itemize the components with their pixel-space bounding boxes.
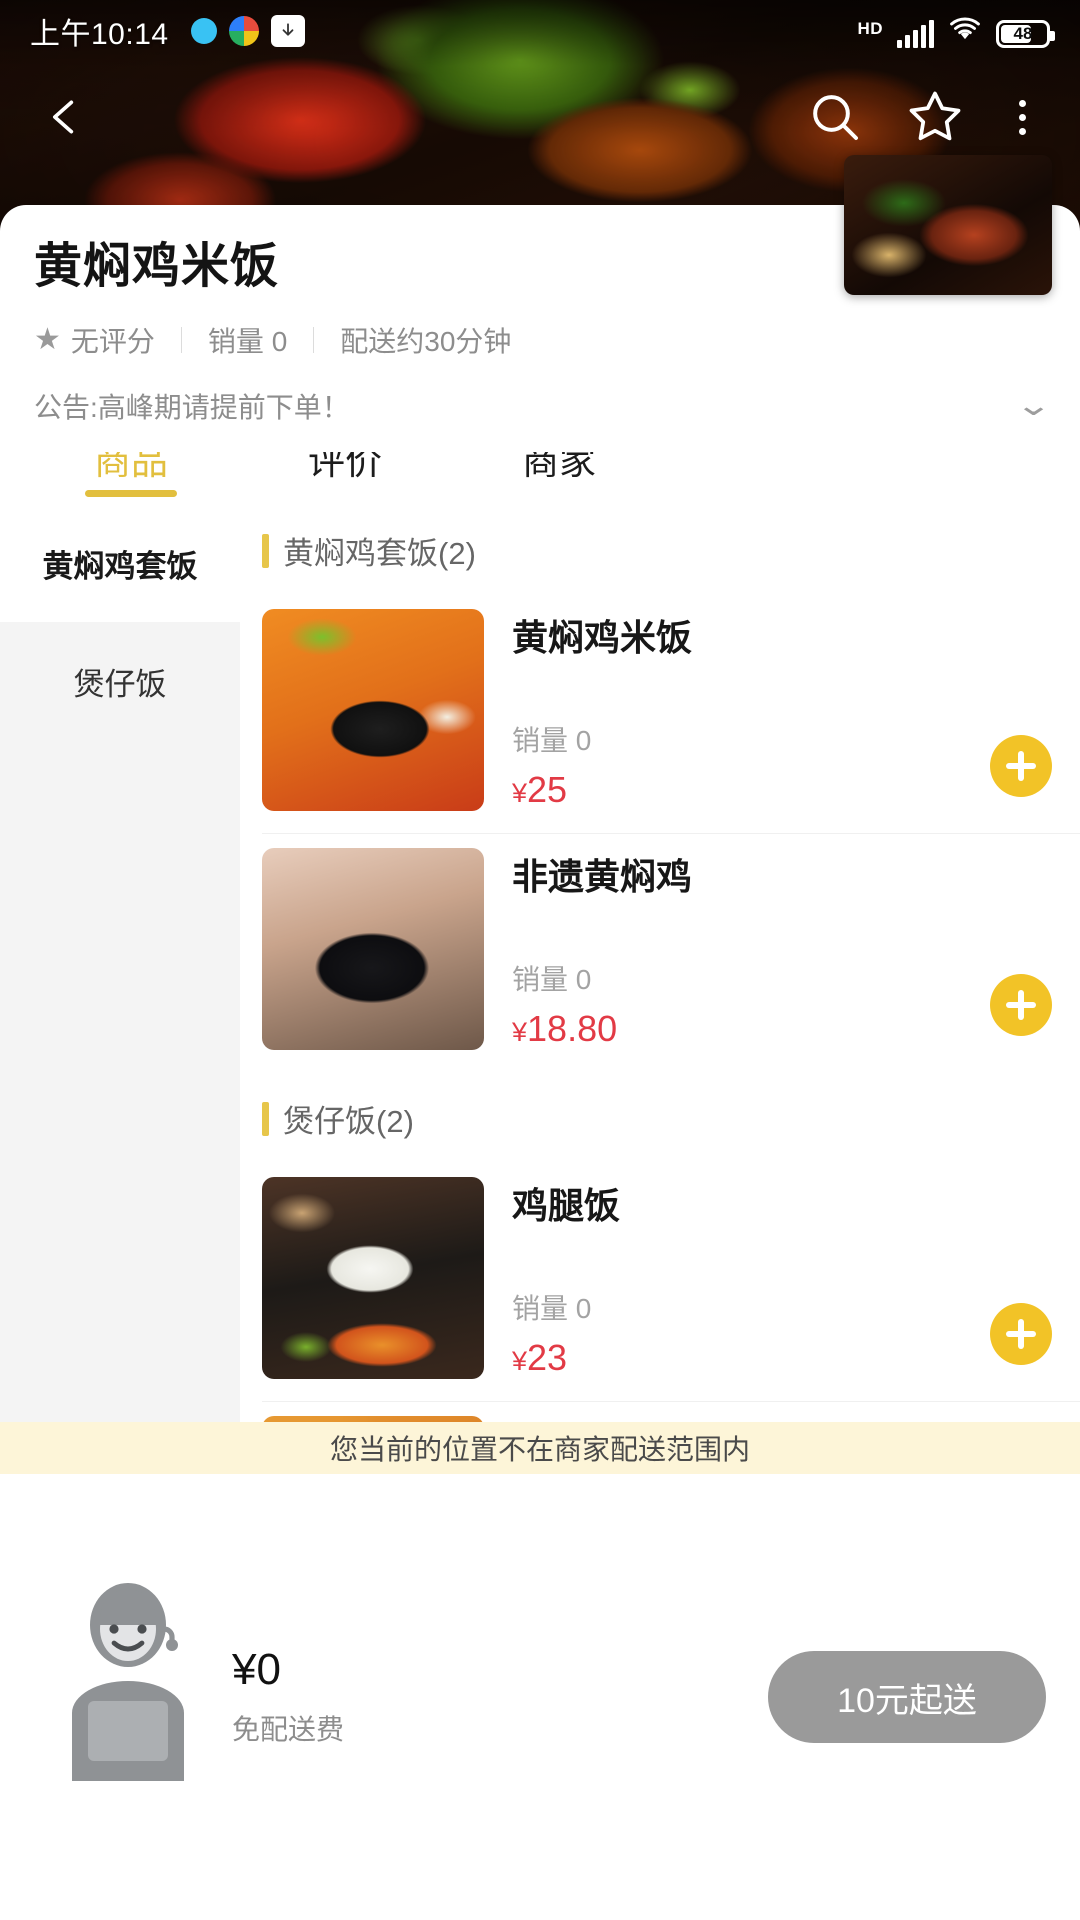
search-icon[interactable] [807,89,863,145]
star-filled-icon: ★ [34,322,61,356]
section-title: 黄焖鸡套饭(2) [283,536,476,571]
product-details: 黄焖鸡米饭 销量 0 ¥25 [484,609,1052,811]
add-to-cart-button[interactable] [990,735,1052,797]
menu-content: 黄焖鸡套饭 煲仔饭 黄焖鸡套饭(2) 黄焖鸡米饭 销量 0 ¥25 非遗黄焖鸡 … [0,504,1080,1422]
status-system-icons: HD 48 [857,15,1055,48]
price-value: 25 [527,769,568,810]
delivery-range-warning: 您当前的位置不在商家配送范围内 [0,1422,1080,1474]
currency-symbol: ¥ [512,778,528,808]
sidebar-item-huangmenji-taofan[interactable]: 黄焖鸡套饭 [0,504,240,622]
section-header: 黄焖鸡套饭(2) [240,504,1080,595]
battery-level: 48 [1013,24,1033,43]
product-name: 鸡腿饭 [512,1185,621,1226]
kebab-menu-icon[interactable] [1007,94,1038,141]
product-image[interactable] [262,609,484,811]
product-details: 非遗黄焖鸡 销量 0 ¥18.80 [484,848,1052,1050]
bell-icon [190,18,217,44]
sidebar-item-baozaifan[interactable]: 煲仔饭 [0,622,240,740]
price-value: 23 [527,1337,568,1378]
star-outline-icon[interactable] [905,87,965,147]
price-value: 18.80 [527,1008,618,1049]
product-details: 鸡腿饭 销量 0 ¥23 [484,1177,1052,1379]
meta-divider [313,326,315,353]
product-name: 黄焖鸡米饭 [512,617,693,658]
shop-delivery-time: 配送约30分钟 [340,325,512,357]
section-header: 煲仔饭(2) [240,1072,1080,1163]
top-navigation-bar [0,62,1080,172]
chevron-down-icon[interactable]: ⌄ [1015,388,1053,423]
download-icon [270,15,305,47]
product-row[interactable]: 黄焖鸡米饭 销量 0 ¥25 [240,595,1080,833]
product-price: ¥18.80 [512,1008,1052,1050]
product-image[interactable] [262,1177,484,1379]
shop-rating: 无评分 [70,325,155,357]
delivery-fee-label: 免配送费 [232,1714,345,1746]
product-row[interactable]: 黄焖肉末茄子（含米饭一份） 销量 0 [240,1402,1080,1422]
currency-symbol: ¥ [512,1346,528,1376]
google-dots-icon [228,16,259,46]
back-arrow-icon[interactable] [42,91,86,143]
product-sales: 销量 0 [512,1293,592,1324]
currency-symbol: ¥ [512,1017,528,1047]
warning-text: 您当前的位置不在商家配送范围内 [329,1434,750,1465]
add-to-cart-button[interactable] [990,974,1052,1036]
product-sales: 销量 0 [512,964,592,995]
shop-notice[interactable]: 公告:高峰期请提前下单！ ⌄ [34,386,1052,452]
shop-notice-text: 公告:高峰期请提前下单！ [34,391,350,423]
wifi-icon [948,15,982,48]
status-time: 上午10:14 [30,18,169,51]
section-accent-bar [262,533,269,568]
shop-header-thumbnail[interactable] [844,155,1052,295]
cart-bottom-bar: ¥0 免配送费 10元起送 [0,1474,1080,1920]
status-bar: 上午10:14 HD 48 [0,0,1080,62]
status-notification-icons [190,15,305,47]
section-accent-bar [262,1101,269,1136]
product-list[interactable]: 黄焖鸡套饭(2) 黄焖鸡米饭 销量 0 ¥25 非遗黄焖鸡 销量 0 ¥18.8… [240,504,1080,1422]
meta-divider [180,326,182,353]
product-row[interactable]: 鸡腿饭 销量 0 ¥23 [240,1163,1080,1401]
cart-total-amount: ¥0 [232,1644,281,1694]
top-nav-actions [807,87,1038,147]
checkout-button[interactable]: 10元起送 [768,1651,1046,1743]
hd-icon: HD [857,18,883,38]
battery-icon: 48 [996,19,1055,48]
cart-summary: ¥0 免配送费 [232,1644,345,1748]
product-price: ¥25 [512,769,1052,811]
product-row[interactable]: 非遗黄焖鸡 销量 0 ¥18.80 [240,834,1080,1072]
product-name: 非遗黄焖鸡 [512,856,693,897]
product-sales: 销量 0 [512,725,592,756]
add-to-cart-button[interactable] [990,1303,1052,1365]
delivery-rider-icon[interactable] [40,1581,216,1786]
shop-sales: 销量 0 [207,325,288,357]
cart-icon-wrap[interactable] [34,1583,224,1787]
signal-bars-icon [897,19,934,48]
shop-meta-row: ★ 无评分 销量 0 配送约30分钟 [34,320,1046,360]
product-image[interactable] [262,848,484,1050]
product-price: ¥23 [512,1337,1052,1379]
section-title: 煲仔饭(2) [283,1104,414,1139]
category-sidebar: 黄焖鸡套饭 煲仔饭 [0,504,240,1422]
